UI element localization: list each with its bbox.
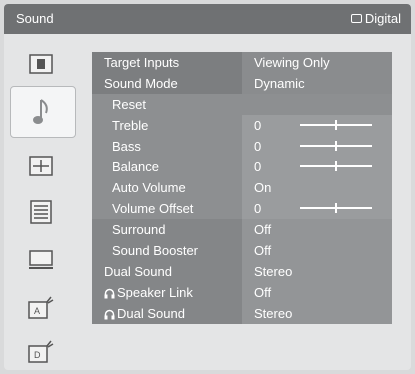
row-value: 0	[254, 138, 262, 154]
row-label: Surround	[112, 222, 166, 238]
sidebar-item-monitor[interactable]	[10, 240, 72, 280]
row-label: Volume Offset	[112, 201, 194, 217]
row-label: Bass	[112, 138, 141, 154]
row-value: Stereo	[242, 302, 392, 324]
menu-row-treble[interactable]: Treble 0	[92, 114, 392, 136]
list-settings-icon	[30, 200, 52, 224]
bass-slider[interactable]	[300, 140, 372, 151]
row-value: Stereo	[242, 260, 392, 282]
music-note-icon	[33, 99, 48, 124]
row-value-cell: 0	[242, 198, 392, 220]
antenna-d-icon: D	[28, 340, 54, 363]
row-label: Treble	[112, 117, 149, 133]
source-label: Digital	[364, 11, 401, 26]
row-value-cell: 0	[242, 135, 392, 157]
sound-settings-list: Target Inputs Viewing Only Sound Mode Dy…	[92, 52, 392, 324]
row-label: Speaker Link	[117, 284, 193, 300]
svg-text:D: D	[34, 350, 41, 360]
menu-row-speaker-link[interactable]: Speaker Link Off	[92, 281, 392, 303]
menu-row-target-inputs[interactable]: Target Inputs Viewing Only	[92, 52, 392, 73]
menu-row-surround[interactable]: Surround Off	[92, 219, 392, 241]
row-label: Dual Sound	[117, 305, 185, 321]
sidebar-item-digital-channels[interactable]: D	[10, 332, 72, 370]
row-value: 0	[254, 117, 262, 133]
volume-offset-slider[interactable]	[300, 203, 372, 214]
menu-title: Sound	[16, 11, 54, 26]
monitor-icon	[29, 250, 53, 269]
sidebar-item-analog-channels[interactable]: A	[10, 288, 72, 328]
row-label: Balance	[112, 159, 159, 175]
sidebar-item-screen[interactable]	[10, 146, 72, 186]
row-label: Sound Mode	[104, 75, 178, 91]
slider-knob[interactable]	[335, 119, 337, 130]
headphone-icon	[104, 309, 115, 320]
sidebar-item-picture[interactable]	[10, 44, 72, 84]
balance-slider[interactable]	[300, 161, 372, 172]
category-sidebar: A D	[4, 42, 78, 370]
sidebar-item-setup[interactable]	[10, 192, 72, 232]
source-indicator: Digital	[350, 11, 401, 26]
menu-row-bass[interactable]: Bass 0	[92, 135, 392, 157]
row-value-cell: 0	[242, 114, 392, 136]
menu-row-volume-offset[interactable]: Volume Offset 0	[92, 198, 392, 220]
row-value: Off	[242, 240, 392, 261]
row-value: Dynamic	[242, 72, 392, 94]
screen-grid-icon	[29, 156, 53, 176]
row-value-cell: 0	[242, 156, 392, 178]
row-value: Off	[242, 281, 392, 303]
row-value: Viewing Only	[242, 52, 392, 73]
row-value: 0	[254, 159, 262, 175]
headphone-icon	[104, 288, 115, 299]
row-value: Off	[242, 219, 392, 241]
row-label-cell: Speaker Link	[92, 285, 242, 300]
sound-menu-window: Sound Digital A D Target Inputs Viewing …	[4, 4, 411, 370]
row-label: Target Inputs	[104, 54, 180, 70]
slider-knob[interactable]	[335, 161, 337, 172]
row-value: 0	[254, 201, 262, 217]
row-label: Sound Booster	[112, 242, 199, 258]
row-label: Auto Volume	[112, 180, 186, 196]
row-label: Dual Sound	[104, 263, 172, 279]
slider-knob[interactable]	[335, 140, 337, 151]
menu-row-reset[interactable]: Reset	[92, 93, 392, 115]
treble-slider[interactable]	[300, 119, 372, 130]
menu-row-dual-sound[interactable]: Dual Sound Stereo	[92, 260, 392, 282]
row-label: Reset	[112, 96, 146, 112]
row-value: On	[242, 177, 392, 199]
antenna-a-icon: A	[28, 296, 54, 319]
menu-row-dual-sound-headphone[interactable]: Dual Sound Stereo	[92, 302, 392, 324]
title-bar: Sound Digital	[4, 4, 411, 34]
menu-row-balance[interactable]: Balance 0	[92, 156, 392, 178]
svg-text:A: A	[34, 306, 40, 316]
row-label-cell: Dual Sound	[92, 306, 242, 321]
slider-knob[interactable]	[335, 203, 337, 214]
menu-row-auto-volume[interactable]: Auto Volume On	[92, 177, 392, 199]
menu-row-sound-booster[interactable]: Sound Booster Off	[92, 240, 392, 261]
sidebar-item-sound[interactable]	[10, 86, 76, 138]
picture-icon	[29, 54, 53, 74]
menu-row-sound-mode[interactable]: Sound Mode Dynamic	[92, 72, 392, 94]
tv-screen-icon	[350, 14, 362, 23]
